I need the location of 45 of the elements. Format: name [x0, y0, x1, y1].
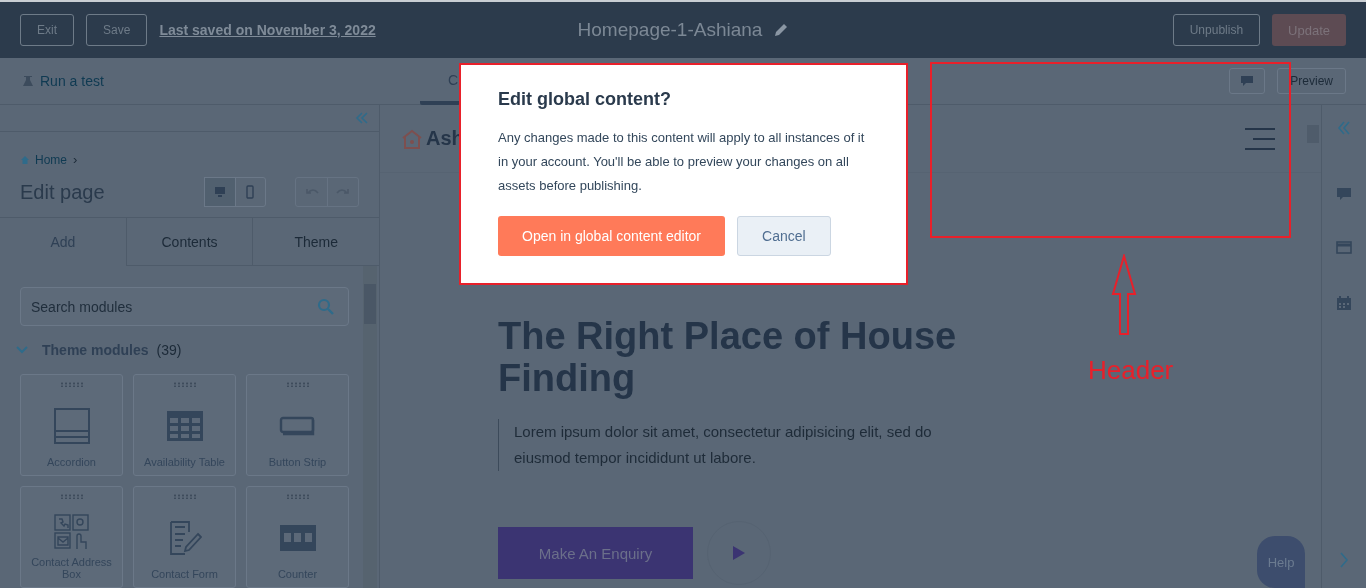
sidebar-tab[interactable]: Theme: [252, 217, 379, 266]
comment-icon[interactable]: [1336, 187, 1352, 201]
counter-icon: [278, 523, 317, 552]
comment-button[interactable]: [1229, 68, 1266, 94]
accordion-icon: [52, 406, 91, 445]
section-count: (39): [156, 342, 182, 358]
form-icon: [167, 519, 202, 556]
top-bar-button[interactable]: Exit: [20, 14, 74, 46]
open-editor-button[interactable]: Open in global content editor: [498, 216, 725, 256]
search-field[interactable]: Search modules: [20, 287, 349, 326]
hero-text: Lorem ipsum dolor sit amet, consectetur adipisicing elit, sed do eiusmod tempor incididunt ut labore.: [498, 419, 954, 471]
cancel-button[interactable]: Cancel: [737, 216, 831, 256]
home-icon: [20, 154, 30, 165]
top-bar-button[interactable]: Save: [86, 14, 148, 46]
house-logo-icon: [401, 128, 423, 149]
breadcrumb-separator: ›: [73, 152, 78, 167]
unpublish-button[interactable]: Unpublish: [1172, 14, 1261, 46]
dialog-title: Edit global content?: [498, 89, 672, 110]
page-title: Homepage-1-Ashiana: [577, 19, 763, 41]
sidebar-tab[interactable]: Contents: [125, 217, 253, 266]
table-icon: [165, 409, 204, 442]
preview-button[interactable]: Preview: [1277, 68, 1346, 94]
breadcrumb-link[interactable]: Home: [20, 152, 67, 167]
chevron-right-icon[interactable]: [1339, 552, 1349, 568]
monitor-icon: [214, 186, 226, 198]
window-icon[interactable]: [1336, 241, 1352, 255]
flask-icon: [22, 75, 34, 87]
search-icon[interactable]: [317, 298, 335, 316]
desktop-view-button[interactable]: [205, 178, 235, 206]
contact-icon: [53, 513, 90, 550]
menu-icon[interactable]: [1244, 127, 1275, 150]
expand-icon[interactable]: [1337, 121, 1351, 135]
run-test-link[interactable]: Run a test: [22, 73, 222, 89]
phone-icon: [245, 185, 255, 199]
enquiry-button[interactable]: Make An Enquiry: [498, 527, 693, 579]
play-icon: [732, 545, 746, 561]
last-saved-link[interactable]: Last saved on November 3, 2022: [159, 22, 376, 38]
pencil-icon[interactable]: [774, 23, 789, 37]
comment-icon: [1240, 75, 1255, 87]
collapse-icon[interactable]: [355, 112, 369, 124]
dialog-text: Any changes made to this content will apply to all instances of it in your account. You'll be able to preview your changes on all assets before publishing.: [498, 129, 866, 195]
annotation-label: Header: [1088, 355, 1174, 386]
button-icon: [278, 415, 317, 436]
calendar-icon[interactable]: [1336, 295, 1352, 311]
chevron-icon[interactable]: [16, 346, 28, 354]
